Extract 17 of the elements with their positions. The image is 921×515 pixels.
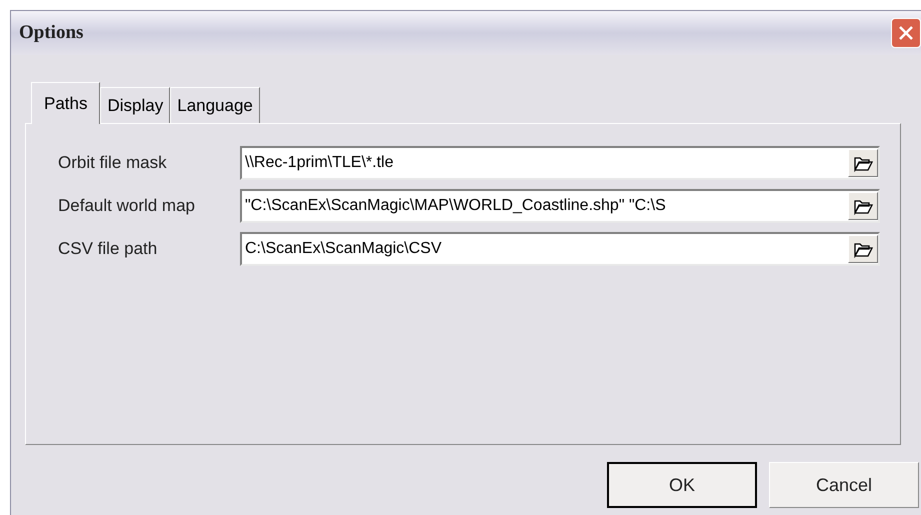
field-label: Orbit file mask	[58, 152, 168, 174]
path-field[interactable]: "C:\ScanEx\ScanMagic\MAP\WORLD_Coastline.shp" "C:\S	[240, 189, 880, 223]
close-icon	[898, 25, 914, 41]
field-label: Default world map	[58, 195, 196, 218]
path-field[interactable]: C:\ScanEx\ScanMagic\CSV	[240, 232, 880, 266]
dialog-button[interactable]: Cancel	[769, 462, 919, 508]
browse-button[interactable]	[848, 149, 878, 177]
tab[interactable]: Language	[170, 87, 260, 123]
dialog-button[interactable]: OK	[607, 462, 757, 508]
path-field[interactable]: \\Rec-1prim\TLE\*.tle	[240, 146, 880, 180]
window-title: Options	[19, 20, 84, 45]
close-button[interactable]	[891, 18, 921, 48]
browse-button[interactable]	[848, 192, 878, 220]
tab[interactable]: Display	[100, 87, 170, 123]
browse-button[interactable]	[848, 235, 878, 263]
tab[interactable]: Paths	[31, 82, 100, 124]
field-label: CSV file path	[58, 238, 158, 260]
